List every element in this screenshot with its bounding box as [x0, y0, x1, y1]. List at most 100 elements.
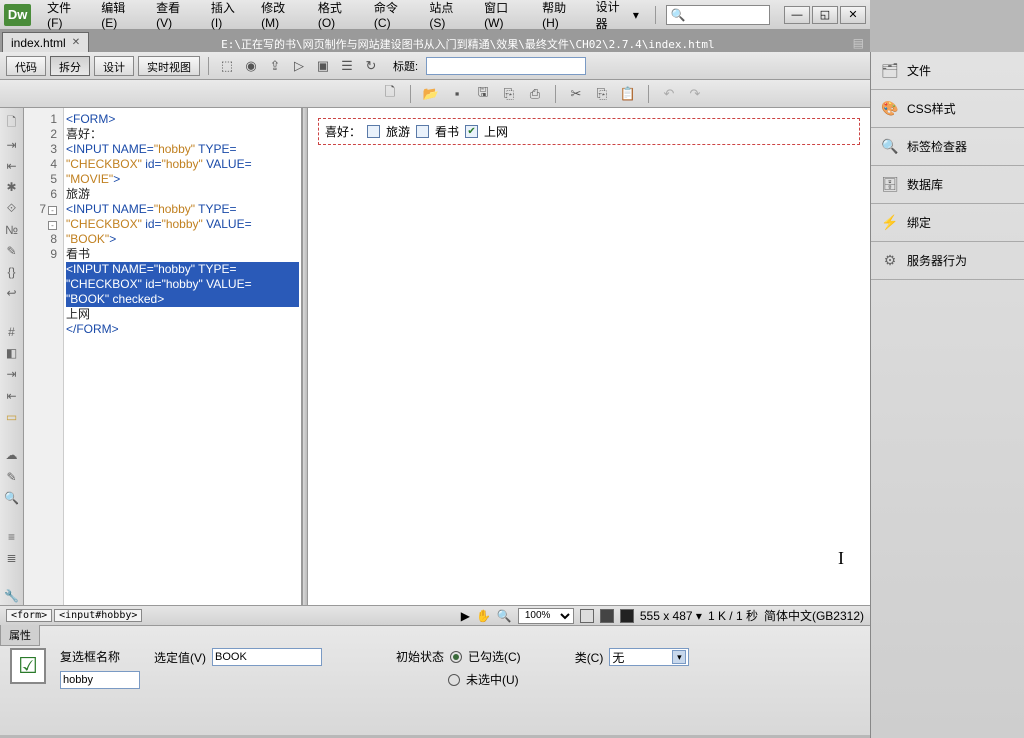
tag-selector-input[interactable]: <input#hobby> [54, 609, 142, 622]
list2-icon[interactable]: ≣ [3, 549, 21, 566]
class-select[interactable]: 无▾ [609, 648, 689, 666]
radio-checked[interactable] [450, 651, 462, 663]
menu-file[interactable]: 文件(F) [39, 0, 93, 33]
menu-help[interactable]: 帮助(H) [534, 0, 589, 33]
window-size-icon[interactable] [580, 609, 594, 623]
highlight-icon[interactable]: ✎ [3, 242, 21, 259]
inspect-icon[interactable]: ⬚ [217, 56, 237, 76]
panel-files[interactable]: 🗂 文件 [871, 52, 1024, 90]
paste-icon[interactable]: 📋 [618, 84, 638, 104]
restore-button[interactable]: ◱ [812, 6, 838, 24]
checkbox-name-input[interactable] [60, 671, 140, 689]
close-button[interactable]: ✕ [840, 6, 866, 24]
workspace-dropdown[interactable]: 设计器 ▾ [590, 0, 645, 34]
indent-icon[interactable]: ⇥ [3, 366, 21, 383]
minimize-button[interactable]: — [784, 6, 810, 24]
comment-icon[interactable]: ▭ [3, 408, 21, 425]
menu-insert[interactable]: 插入(I) [203, 0, 253, 33]
title-input[interactable] [426, 57, 586, 75]
refresh-icon[interactable]: ↻ [361, 56, 381, 76]
lightning-icon: ⚡ [881, 215, 899, 231]
separator [655, 6, 656, 24]
panel-database[interactable]: 🗄 数据库 [871, 166, 1024, 204]
browser-nav-icon[interactable]: ⇪ [265, 56, 285, 76]
list1-icon[interactable]: ≡ [3, 528, 21, 545]
hand-icon[interactable]: ✋ [476, 609, 491, 623]
text-cursor-icon: I [838, 548, 844, 569]
properties-tab[interactable]: 属性 [0, 625, 40, 646]
expand-icon[interactable]: ⇤ [3, 157, 21, 174]
find-icon[interactable]: 🔍 [3, 489, 21, 506]
checkbox-movie[interactable] [367, 125, 380, 138]
menu-window[interactable]: 窗口(W) [476, 0, 534, 33]
window-size2-icon[interactable] [600, 609, 614, 623]
fold-icon[interactable]: - [48, 221, 57, 230]
menu-format[interactable]: 格式(O) [310, 0, 366, 33]
search-input[interactable]: 🔍 [666, 5, 770, 25]
cut-icon[interactable]: ✂ [566, 84, 586, 104]
dimensions[interactable]: 555 x 487 ▾ [640, 609, 702, 623]
live-code-icon[interactable]: ◉ [241, 56, 261, 76]
menu-modify[interactable]: 修改(M) [253, 0, 310, 33]
tab-close-icon[interactable]: ✕ [72, 37, 80, 48]
panel-tag-inspector[interactable]: 🔍 标签检查器 [871, 128, 1024, 166]
line-num-icon[interactable]: № [3, 221, 21, 238]
snippet-icon[interactable]: ◧ [3, 345, 21, 362]
separator [648, 85, 649, 103]
selected-value-input[interactable] [212, 648, 322, 666]
zoom-icon[interactable]: 🔍 [497, 609, 512, 623]
open-icon[interactable]: 📂 [421, 84, 441, 104]
menu-view[interactable]: 查看(V) [148, 0, 203, 33]
radio-unchecked-label: 未选中(U) [466, 671, 519, 688]
code-view-button[interactable]: 代码 [6, 56, 46, 76]
status-bar: <form> <input#hobby> ▶ ✋ 🔍 100% 555 x 48… [0, 605, 870, 625]
radio-unchecked[interactable] [448, 674, 460, 686]
panel-server-behaviors[interactable]: ⚙ 服务器行为 [871, 242, 1024, 280]
zoom-select[interactable]: 100% [518, 608, 574, 624]
wrap-icon[interactable]: ↩ [3, 285, 21, 302]
panel-bindings[interactable]: ⚡ 绑定 [871, 204, 1024, 242]
menu-bar: Dw 文件(F) 编辑(E) 查看(V) 插入(I) 修改(M) 格式(O) 命… [0, 0, 870, 30]
form-outline[interactable]: 喜好： 旅游 看书 ✔ 上网 [318, 118, 860, 145]
print-icon[interactable]: ⎙ [525, 84, 545, 104]
tool-icon[interactable]: 🔧 [3, 588, 21, 605]
title-label: 标题: [393, 58, 418, 74]
window-size3-icon[interactable] [620, 609, 634, 623]
copy-icon[interactable]: ⎘ [499, 84, 519, 104]
fold-icon[interactable]: - [48, 206, 57, 215]
checkbox-book2[interactable]: ✔ [465, 125, 478, 138]
select-parent-icon[interactable]: ✱ [3, 178, 21, 195]
document-tab[interactable]: index.html ✕ [2, 32, 89, 52]
code-editor[interactable]: <FORM> 喜好： <INPUT NAME="hobby" TYPE= "CH… [64, 108, 302, 605]
tag-selector-form[interactable]: <form> [6, 609, 52, 622]
file-mgmt-icon[interactable]: ▷ [289, 56, 309, 76]
syntax-icon[interactable]: {} [3, 263, 21, 280]
live-view-button[interactable]: 实时视图 [138, 56, 200, 76]
menu-edit[interactable]: 编辑(E) [93, 0, 148, 33]
out-icon[interactable]: ⇤ [3, 387, 21, 404]
recent-icon[interactable]: ☁ [3, 447, 21, 464]
redo-icon[interactable]: ↷ [685, 84, 705, 104]
right-panel-group: 🗂 文件 🎨 CSS样式 🔍 标签检查器 🗄 数据库 ⚡ 绑定 ⚙ 服务器行为 [870, 52, 1024, 738]
save-icon[interactable]: 🖫 [473, 84, 493, 104]
design-view[interactable]: 喜好： 旅游 看书 ✔ 上网 I [308, 108, 870, 605]
format-icon[interactable]: ✎ [3, 468, 21, 485]
copy2-icon[interactable]: ⎘ [592, 84, 612, 104]
path-menu-icon[interactable]: ▤ [847, 34, 870, 52]
menu-site[interactable]: 站点(S) [421, 0, 476, 33]
browse-icon[interactable]: ▪ [447, 84, 467, 104]
menu-command[interactable]: 命令(C) [366, 0, 421, 33]
open-docs-icon[interactable]: 🗋 [3, 114, 21, 132]
hash-icon[interactable]: # [3, 323, 21, 340]
checkbox-book[interactable] [416, 125, 429, 138]
preview-icon[interactable]: ▣ [313, 56, 333, 76]
panel-css[interactable]: 🎨 CSS样式 [871, 90, 1024, 128]
balance-icon[interactable]: ⟐ [3, 200, 21, 217]
pointer-icon[interactable]: ▶ [461, 609, 470, 623]
design-view-button[interactable]: 设计 [94, 56, 134, 76]
options-icon[interactable]: ☰ [337, 56, 357, 76]
split-view-button[interactable]: 拆分 [50, 56, 90, 76]
collapse-icon[interactable]: ⇥ [3, 136, 21, 153]
undo-icon[interactable]: ↶ [659, 84, 679, 104]
new-icon[interactable]: 🗋 [380, 84, 400, 104]
